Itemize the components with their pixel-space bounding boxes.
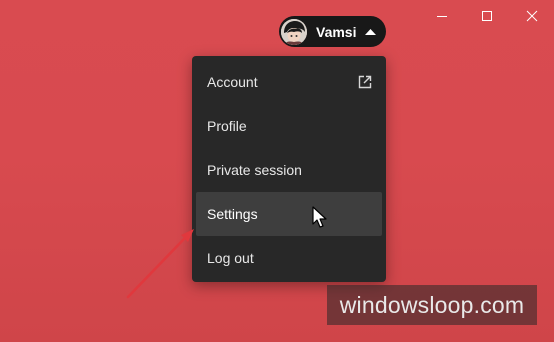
close-icon (526, 10, 537, 21)
menu-item-settings[interactable]: Settings (196, 192, 382, 236)
profile-dropdown-menu: Account Profile Private session Settings… (192, 56, 386, 282)
maximize-icon (481, 10, 492, 21)
menu-item-label: Settings (207, 206, 258, 222)
menu-item-label: Private session (207, 162, 302, 178)
minimize-icon (436, 15, 447, 17)
menu-item-account[interactable]: Account (196, 60, 382, 104)
maximize-button[interactable] (464, 0, 509, 31)
menu-item-profile[interactable]: Profile (196, 104, 382, 148)
avatar (281, 18, 307, 45)
minimize-button[interactable] (419, 0, 464, 31)
menu-item-log-out[interactable]: Log out (196, 236, 382, 280)
window-controls (419, 0, 554, 31)
close-button[interactable] (509, 0, 554, 31)
menu-item-label: Log out (207, 250, 254, 266)
menu-item-label: Account (207, 74, 258, 90)
watermark: windowsloop.com (327, 285, 537, 325)
menu-item-private-session[interactable]: Private session (196, 148, 382, 192)
user-profile-button[interactable]: Vamsi (279, 16, 386, 47)
menu-item-label: Profile (207, 118, 247, 134)
mouse-cursor-icon (312, 206, 327, 228)
user-name: Vamsi (316, 23, 357, 40)
external-link-icon (358, 75, 372, 89)
caret-up-icon (365, 28, 377, 35)
